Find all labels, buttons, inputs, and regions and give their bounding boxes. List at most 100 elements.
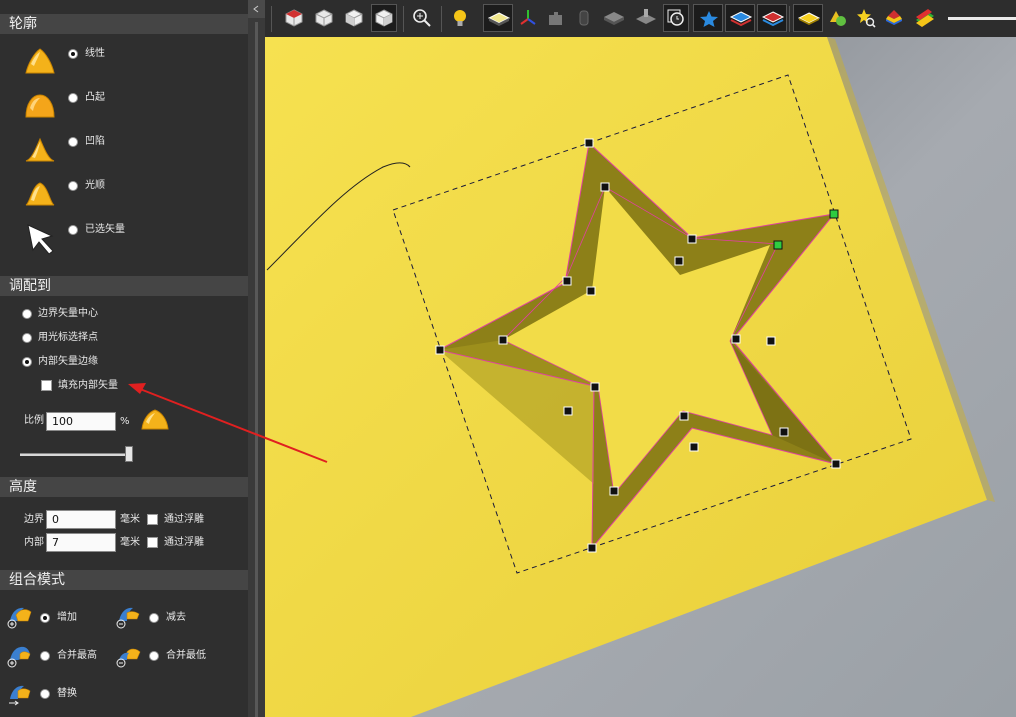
- layers-colored-icon[interactable]: [881, 4, 907, 32]
- fit-section-title: 调配到: [0, 276, 248, 296]
- combine-radio-replace[interactable]: [40, 689, 50, 699]
- splitter-scrollbar[interactable]: [255, 22, 258, 717]
- wireframe-icon[interactable]: [599, 4, 629, 32]
- fill-inner-vector-checkbox[interactable]: [41, 380, 52, 391]
- combine-radio-merge-highest[interactable]: [40, 651, 50, 661]
- panel-splitter[interactable]: [248, 0, 265, 717]
- smooth-profile-icon: [25, 182, 55, 206]
- puzzle-icon[interactable]: [543, 4, 569, 32]
- combine-label-add: 增加: [57, 612, 77, 623]
- scale-slider[interactable]: [20, 446, 135, 464]
- combine-label-subtract: 减去: [166, 612, 186, 623]
- linear-profile-icon: [25, 48, 55, 74]
- fit-radio-boundary-center[interactable]: [22, 309, 32, 319]
- node-handle[interactable]: [587, 543, 597, 553]
- node-handle[interactable]: [679, 411, 689, 421]
- combine-radio-merge-lowest[interactable]: [149, 651, 159, 661]
- profile-radio-selected-vector[interactable]: [68, 225, 78, 235]
- relief-scene[interactable]: [265, 37, 1016, 717]
- view-front-icon[interactable]: [341, 4, 367, 32]
- 3d-viewport[interactable]: [265, 37, 1016, 717]
- height-inner-input[interactable]: 7: [46, 533, 116, 552]
- slider-thumb[interactable]: [125, 446, 133, 462]
- collapse-panel-button[interactable]: [248, 0, 265, 18]
- selected-vector-icon: [27, 224, 54, 255]
- fit-label-boundary-center: 边界矢量中心: [38, 308, 98, 319]
- node-handle[interactable]: [590, 382, 600, 392]
- node-handle[interactable]: [674, 256, 684, 266]
- height-boundary-through-relief-checkbox[interactable]: [147, 514, 158, 525]
- node-handle[interactable]: [609, 486, 619, 496]
- profile-label-concave: 凹陷: [85, 136, 105, 147]
- height-boundary-input[interactable]: 0: [46, 510, 116, 529]
- stack-icon[interactable]: [911, 4, 937, 32]
- height-inner-unit: 毫米: [120, 537, 140, 548]
- node-handle[interactable]: [779, 427, 789, 437]
- node-handle[interactable]: [731, 334, 741, 344]
- scale-input[interactable]: 100: [46, 412, 116, 431]
- combine-label-replace: 替换: [57, 688, 77, 699]
- height-inner-label: 内部: [24, 537, 44, 548]
- layer-icon[interactable]: [725, 4, 755, 32]
- node-handle[interactable]: [563, 406, 573, 416]
- profile-label-selected-vector: 已选矢量: [85, 224, 125, 235]
- star-search-icon[interactable]: [853, 4, 879, 32]
- view-toolbar: [265, 0, 1016, 38]
- node-handle[interactable]: [600, 182, 610, 192]
- node-handle[interactable]: [766, 336, 776, 346]
- node-handle-selected[interactable]: [773, 240, 783, 250]
- clock-icon[interactable]: [663, 4, 689, 32]
- toolbar-divider: [789, 6, 790, 32]
- fit-label-inner-edge: 内部矢量边缘: [38, 356, 98, 367]
- add-mode-icon: [7, 607, 32, 629]
- shaded-view-icon[interactable]: [483, 4, 513, 32]
- star-relief-icon[interactable]: [693, 4, 723, 32]
- profile-radio-convex[interactable]: [68, 93, 78, 103]
- node-handle[interactable]: [562, 276, 572, 286]
- toolbar-divider: [403, 6, 404, 32]
- node-handle[interactable]: [689, 442, 699, 452]
- height-inner-through-relief-checkbox[interactable]: [147, 537, 158, 548]
- convex-profile-icon: [25, 94, 55, 118]
- scale-preview-icon: [141, 409, 169, 430]
- merge-lowest-icon: [116, 648, 141, 668]
- machine-icon[interactable]: [631, 4, 661, 32]
- concave-profile-icon: [25, 137, 55, 162]
- chevron-left-icon: [253, 5, 259, 13]
- view-top-icon[interactable]: [311, 4, 337, 32]
- cylinder-icon[interactable]: [571, 4, 597, 32]
- profile-radio-linear[interactable]: [68, 49, 78, 59]
- profile-radio-concave[interactable]: [68, 137, 78, 147]
- combine-label-merge-highest: 合并最高: [57, 650, 97, 661]
- node-handle[interactable]: [831, 459, 841, 469]
- shapes-icon[interactable]: [825, 4, 851, 32]
- node-handle[interactable]: [586, 286, 596, 296]
- node-handle[interactable]: [584, 138, 594, 148]
- fill-inner-vector-label: 填充内部矢量: [58, 380, 118, 391]
- toolbar-divider: [441, 6, 442, 32]
- fit-radio-inner-edge[interactable]: [22, 357, 32, 367]
- view-side-icon[interactable]: [371, 4, 397, 32]
- combine-radio-subtract[interactable]: [149, 613, 159, 623]
- zoom-icon[interactable]: [409, 4, 435, 32]
- node-handle[interactable]: [687, 234, 697, 244]
- node-handle[interactable]: [435, 345, 445, 355]
- node-handle-selected[interactable]: [829, 209, 839, 219]
- replace-mode-icon: [9, 685, 31, 706]
- height-boundary-through-relief-label: 通过浮雕: [164, 514, 204, 525]
- fit-label-cursor-point: 用光标选择点: [38, 332, 98, 343]
- slider-track: [20, 453, 132, 456]
- layer-red-icon[interactable]: [757, 4, 787, 32]
- fit-radio-cursor-point[interactable]: [22, 333, 32, 343]
- view-iso-icon[interactable]: [281, 4, 307, 32]
- toolbar-divider: [271, 6, 272, 32]
- combine-label-merge-lowest: 合并最低: [166, 650, 206, 661]
- merge-highest-icon: [7, 646, 31, 668]
- height-inner-through-relief-label: 通过浮雕: [164, 537, 204, 548]
- profile-radio-smooth[interactable]: [68, 181, 78, 191]
- axis-icon[interactable]: [515, 4, 541, 32]
- node-handle[interactable]: [498, 335, 508, 345]
- gold-plate-icon[interactable]: [793, 4, 823, 32]
- light-bulb-icon[interactable]: [447, 4, 473, 32]
- combine-radio-add[interactable]: [40, 613, 50, 623]
